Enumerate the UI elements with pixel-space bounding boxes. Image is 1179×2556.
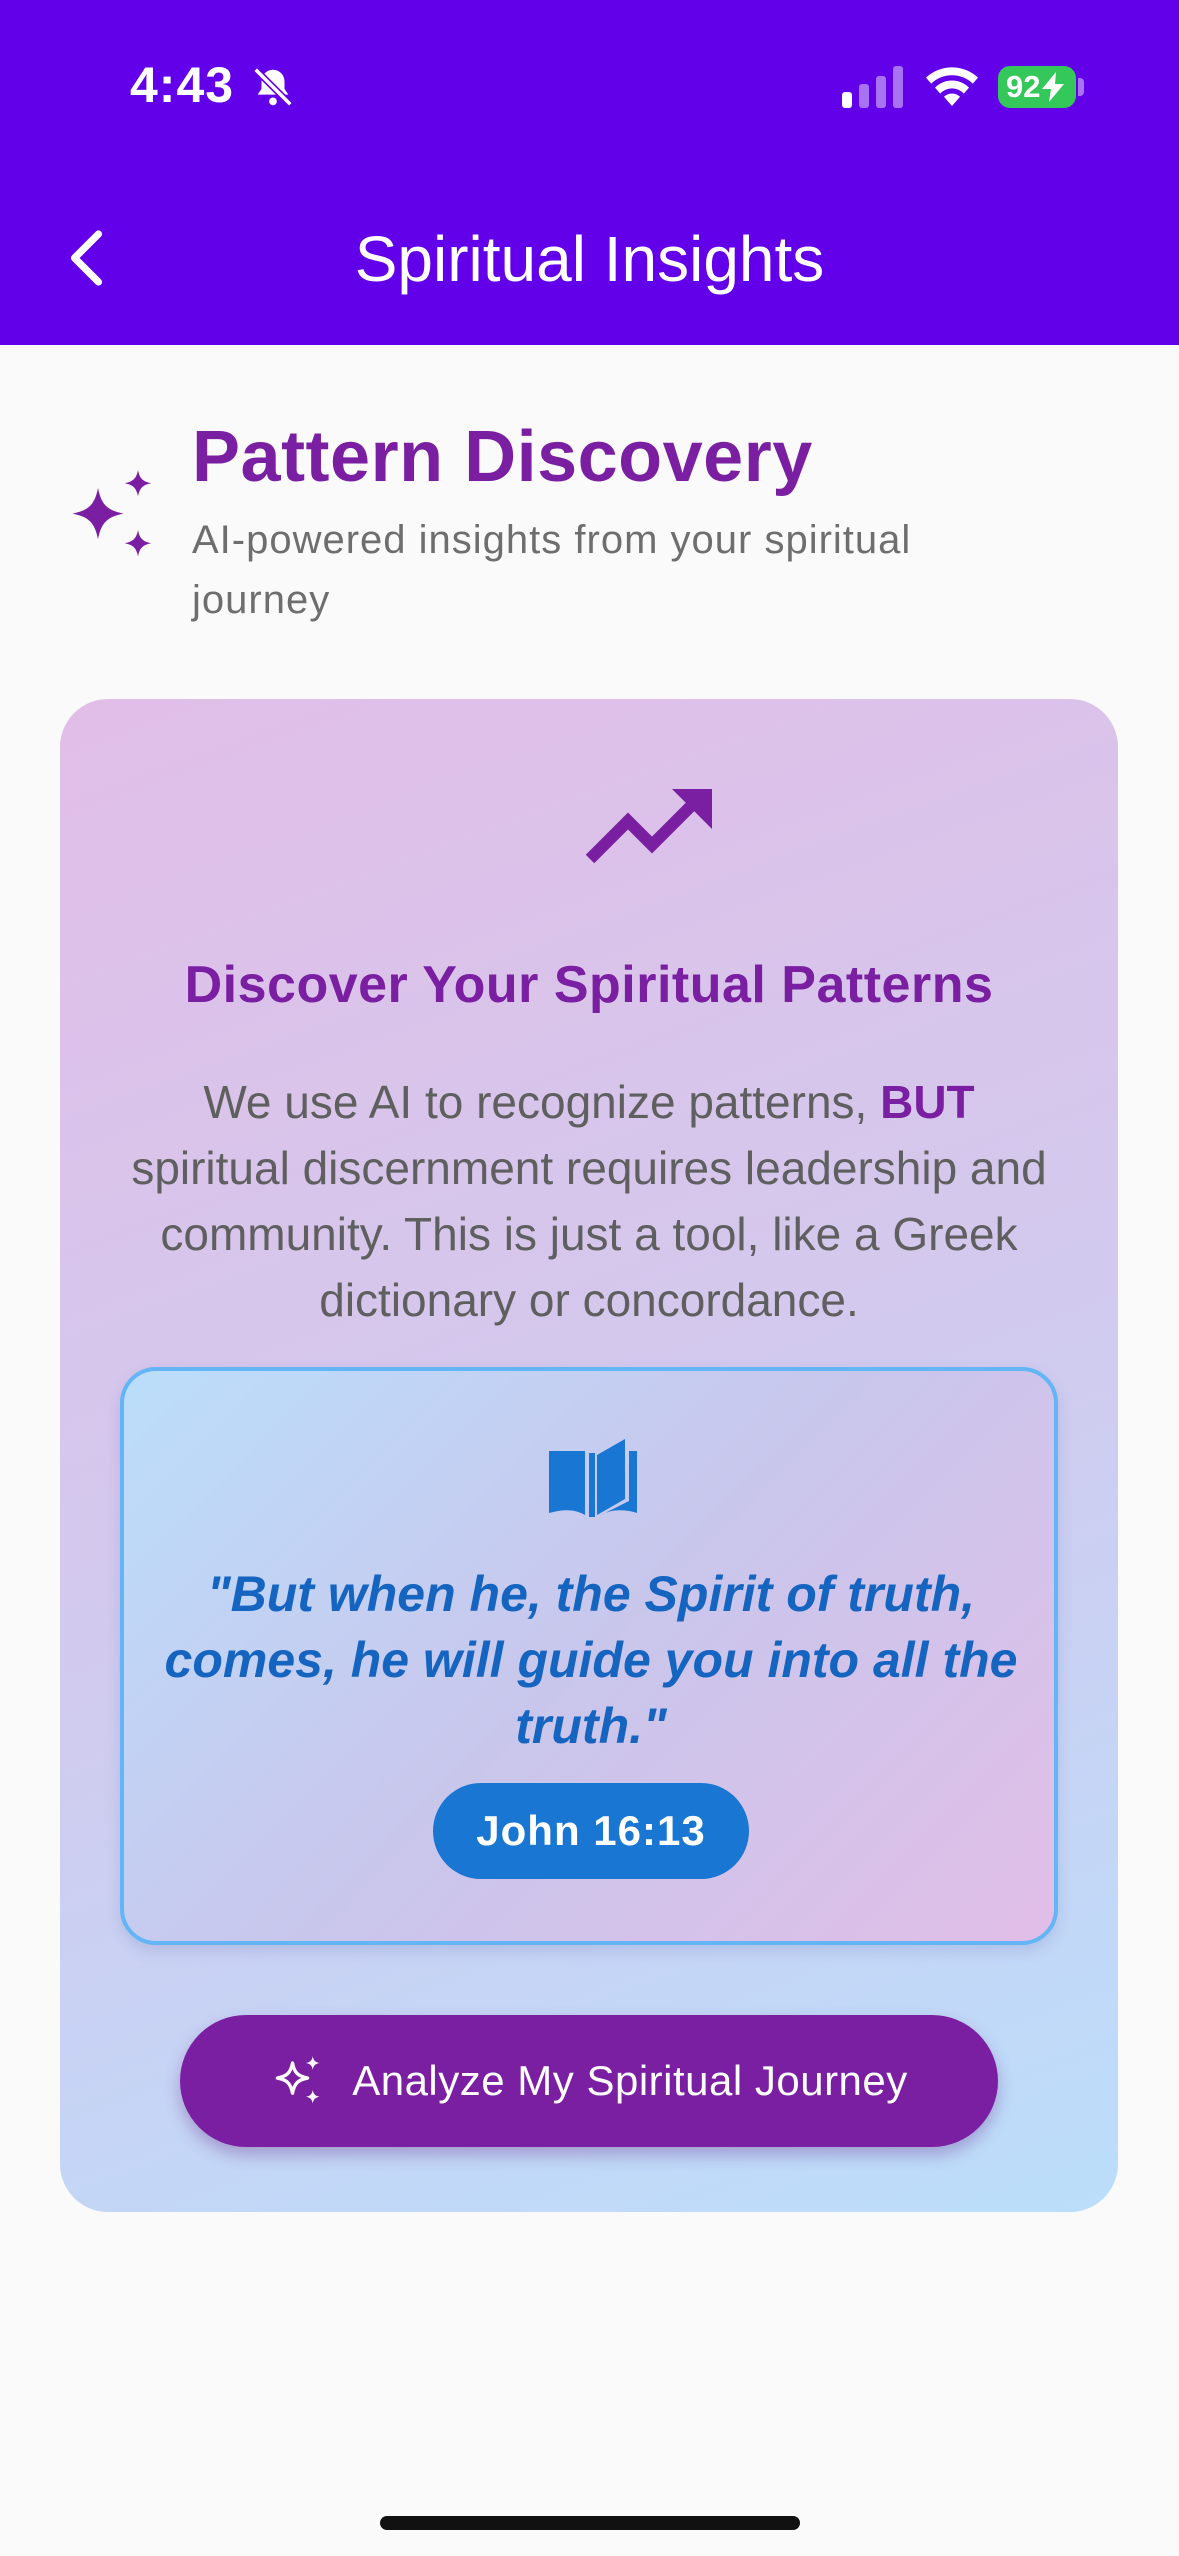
section-title: Pattern Discovery <box>192 417 813 497</box>
home-indicator[interactable] <box>380 2516 800 2530</box>
verse-box: "But when he, the Spirit of truth, comes… <box>120 1367 1058 1945</box>
verse-reference-badge: John 16:13 <box>433 1783 749 1879</box>
battery-level: 92 <box>1006 69 1041 104</box>
page-title: Spiritual Insights <box>354 223 825 295</box>
sparkles-icon <box>72 470 152 557</box>
status-time: 4:43 <box>130 57 235 113</box>
signal-icon <box>842 66 903 108</box>
bell-slash-icon <box>253 67 293 107</box>
book-icon <box>549 1439 637 1517</box>
card-heading: Discover Your Spiritual Patterns <box>184 956 994 1014</box>
card-description-part1: We use AI to recognize patterns, <box>203 1076 881 1128</box>
battery-indicator: 92 <box>998 66 1076 108</box>
app-bar: 4:43 92 Spiritual Insights <box>0 0 1179 345</box>
sparkles-icon <box>275 2056 320 2104</box>
analyze-journey-label: Analyze My Spiritual Journey <box>352 2057 908 2104</box>
analyze-journey-button[interactable]: Analyze My Spiritual Journey <box>180 2015 998 2147</box>
section-subtitle: AI-powered insights from your spiritual … <box>192 518 912 622</box>
bolt-icon <box>1042 72 1065 102</box>
verse-text: "But when he, the Spirit of truth, comes… <box>164 1566 1018 1754</box>
card-description: We use AI to recognize patterns, BUT spi… <box>120 1069 1058 1333</box>
card-description-part2: spiritual discernment requires leadershi… <box>131 1142 1047 1326</box>
card-description-emphasis: BUT <box>880 1076 975 1128</box>
insight-card: Discover Your Spiritual Patterns We use … <box>60 699 1118 2212</box>
battery-tip <box>1078 78 1084 96</box>
trending-up-icon <box>585 789 712 864</box>
wifi-icon <box>926 67 978 106</box>
